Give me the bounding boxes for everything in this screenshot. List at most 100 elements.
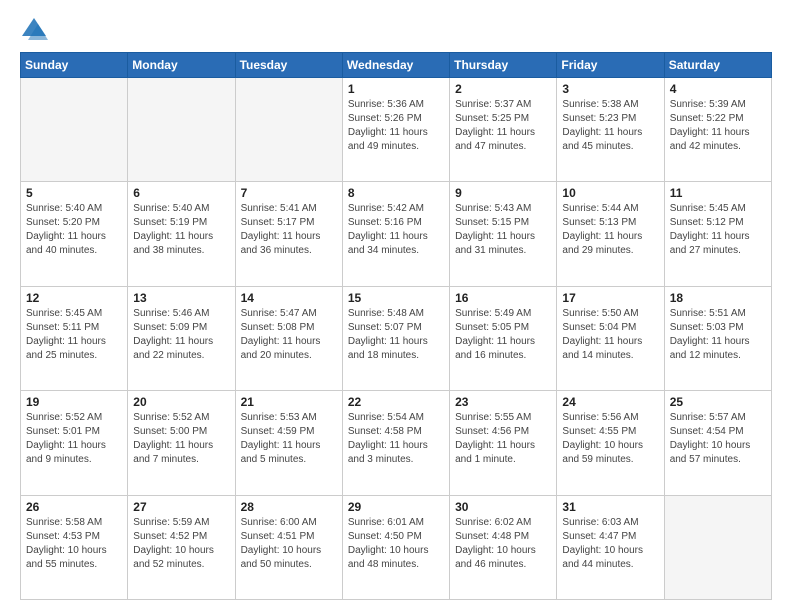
day-number: 12: [26, 291, 122, 305]
calendar-cell: 20 Sunrise: 5:52 AM Sunset: 5:00 PM Dayli…: [128, 391, 235, 495]
calendar-cell: 3 Sunrise: 5:38 AM Sunset: 5:23 PM Daylig…: [557, 78, 664, 182]
weekday-header-sunday: Sunday: [21, 53, 128, 78]
calendar-cell: 15 Sunrise: 5:48 AM Sunset: 5:07 PM Dayli…: [342, 286, 449, 390]
day-number: 31: [562, 500, 658, 514]
day-info: Sunrise: 5:45 AM Sunset: 5:12 PM Dayligh…: [670, 202, 766, 258]
calendar-cell: 22 Sunrise: 5:54 AM Sunset: 4:58 PM Dayli…: [342, 391, 449, 495]
weekday-row: SundayMondayTuesdayWednesdayThursdayFrid…: [21, 53, 772, 78]
day-info: Sunrise: 5:54 AM Sunset: 4:58 PM Dayligh…: [348, 411, 444, 467]
calendar-cell: 12 Sunrise: 5:45 AM Sunset: 5:11 PM Dayli…: [21, 286, 128, 390]
day-number: 2: [455, 82, 551, 96]
calendar-cell: [235, 78, 342, 182]
day-number: 7: [241, 186, 337, 200]
day-info: Sunrise: 5:50 AM Sunset: 5:04 PM Dayligh…: [562, 307, 658, 363]
calendar-cell: 28 Sunrise: 6:00 AM Sunset: 4:51 PM Dayli…: [235, 495, 342, 599]
day-info: Sunrise: 5:41 AM Sunset: 5:17 PM Dayligh…: [241, 202, 337, 258]
day-info: Sunrise: 5:36 AM Sunset: 5:26 PM Dayligh…: [348, 98, 444, 154]
calendar-cell: 5Sunrise: 5:40 AM Sunset: 5:20 PM Daylig…: [21, 182, 128, 286]
calendar-header: SundayMondayTuesdayWednesdayThursdayFrid…: [21, 53, 772, 78]
day-number: 13: [133, 291, 229, 305]
day-info: Sunrise: 5:58 AM Sunset: 4:53 PM Dayligh…: [26, 516, 122, 572]
day-info: Sunrise: 5:40 AM Sunset: 5:20 PM Dayligh…: [26, 202, 122, 258]
weekday-header-friday: Friday: [557, 53, 664, 78]
day-number: 4: [670, 82, 766, 96]
day-number: 16: [455, 291, 551, 305]
day-info: Sunrise: 5:45 AM Sunset: 5:11 PM Dayligh…: [26, 307, 122, 363]
weekday-header-wednesday: Wednesday: [342, 53, 449, 78]
calendar-table: SundayMondayTuesdayWednesdayThursdayFrid…: [20, 52, 772, 600]
day-number: 26: [26, 500, 122, 514]
day-info: Sunrise: 5:46 AM Sunset: 5:09 PM Dayligh…: [133, 307, 229, 363]
weekday-header-tuesday: Tuesday: [235, 53, 342, 78]
calendar-cell: [21, 78, 128, 182]
calendar-cell: 4Sunrise: 5:39 AM Sunset: 5:22 PM Daylig…: [664, 78, 771, 182]
day-number: 28: [241, 500, 337, 514]
day-info: Sunrise: 5:42 AM Sunset: 5:16 PM Dayligh…: [348, 202, 444, 258]
day-info: Sunrise: 6:01 AM Sunset: 4:50 PM Dayligh…: [348, 516, 444, 572]
day-info: Sunrise: 5:52 AM Sunset: 5:00 PM Dayligh…: [133, 411, 229, 467]
day-number: 15: [348, 291, 444, 305]
day-info: Sunrise: 5:44 AM Sunset: 5:13 PM Dayligh…: [562, 202, 658, 258]
day-number: 24: [562, 395, 658, 409]
day-number: 8: [348, 186, 444, 200]
calendar-week-2: 5Sunrise: 5:40 AM Sunset: 5:20 PM Daylig…: [21, 182, 772, 286]
calendar-cell: 10 Sunrise: 5:44 AM Sunset: 5:13 PM Dayli…: [557, 182, 664, 286]
calendar-cell: 21 Sunrise: 5:53 AM Sunset: 4:59 PM Dayli…: [235, 391, 342, 495]
calendar-cell: 31 Sunrise: 6:03 AM Sunset: 4:47 PM Dayli…: [557, 495, 664, 599]
day-info: Sunrise: 5:55 AM Sunset: 4:56 PM Dayligh…: [455, 411, 551, 467]
day-info: Sunrise: 6:03 AM Sunset: 4:47 PM Dayligh…: [562, 516, 658, 572]
logo: [20, 16, 52, 44]
day-info: Sunrise: 6:00 AM Sunset: 4:51 PM Dayligh…: [241, 516, 337, 572]
day-info: Sunrise: 5:53 AM Sunset: 4:59 PM Dayligh…: [241, 411, 337, 467]
day-number: 21: [241, 395, 337, 409]
day-number: 20: [133, 395, 229, 409]
calendar-cell: 13 Sunrise: 5:46 AM Sunset: 5:09 PM Dayli…: [128, 286, 235, 390]
day-number: 23: [455, 395, 551, 409]
weekday-header-saturday: Saturday: [664, 53, 771, 78]
day-number: 29: [348, 500, 444, 514]
header: [20, 16, 772, 44]
day-info: Sunrise: 5:38 AM Sunset: 5:23 PM Dayligh…: [562, 98, 658, 154]
calendar-cell: 14 Sunrise: 5:47 AM Sunset: 5:08 PM Dayli…: [235, 286, 342, 390]
calendar-cell: 16Sunrise: 5:49 AM Sunset: 5:05 PM Dayli…: [450, 286, 557, 390]
day-info: Sunrise: 5:47 AM Sunset: 5:08 PM Dayligh…: [241, 307, 337, 363]
day-info: Sunrise: 5:56 AM Sunset: 4:55 PM Dayligh…: [562, 411, 658, 467]
calendar-cell: 26 Sunrise: 5:58 AM Sunset: 4:53 PM Dayli…: [21, 495, 128, 599]
day-number: 30: [455, 500, 551, 514]
day-info: Sunrise: 5:51 AM Sunset: 5:03 PM Dayligh…: [670, 307, 766, 363]
day-number: 14: [241, 291, 337, 305]
page: SundayMondayTuesdayWednesdayThursdayFrid…: [0, 0, 792, 612]
calendar-cell: 19Sunrise: 5:52 AM Sunset: 5:01 PM Dayli…: [21, 391, 128, 495]
calendar-week-5: 26 Sunrise: 5:58 AM Sunset: 4:53 PM Dayli…: [21, 495, 772, 599]
calendar-week-3: 12 Sunrise: 5:45 AM Sunset: 5:11 PM Dayli…: [21, 286, 772, 390]
calendar-cell: 24 Sunrise: 5:56 AM Sunset: 4:55 PM Dayli…: [557, 391, 664, 495]
day-number: 3: [562, 82, 658, 96]
day-number: 9: [455, 186, 551, 200]
day-number: 1: [348, 82, 444, 96]
day-number: 11: [670, 186, 766, 200]
day-info: Sunrise: 5:59 AM Sunset: 4:52 PM Dayligh…: [133, 516, 229, 572]
calendar-week-1: 1 Sunrise: 5:36 AM Sunset: 5:26 PM Daylig…: [21, 78, 772, 182]
day-number: 10: [562, 186, 658, 200]
day-number: 27: [133, 500, 229, 514]
day-info: Sunrise: 5:40 AM Sunset: 5:19 PM Dayligh…: [133, 202, 229, 258]
calendar-cell: 17Sunrise: 5:50 AM Sunset: 5:04 PM Dayli…: [557, 286, 664, 390]
calendar-cell: 6 Sunrise: 5:40 AM Sunset: 5:19 PM Daylig…: [128, 182, 235, 286]
day-info: Sunrise: 6:02 AM Sunset: 4:48 PM Dayligh…: [455, 516, 551, 572]
day-number: 25: [670, 395, 766, 409]
calendar-body: 1 Sunrise: 5:36 AM Sunset: 5:26 PM Daylig…: [21, 78, 772, 600]
calendar-week-4: 19Sunrise: 5:52 AM Sunset: 5:01 PM Dayli…: [21, 391, 772, 495]
day-info: Sunrise: 5:57 AM Sunset: 4:54 PM Dayligh…: [670, 411, 766, 467]
calendar-cell: [128, 78, 235, 182]
day-info: Sunrise: 5:48 AM Sunset: 5:07 PM Dayligh…: [348, 307, 444, 363]
calendar-cell: 1 Sunrise: 5:36 AM Sunset: 5:26 PM Daylig…: [342, 78, 449, 182]
calendar-cell: 9Sunrise: 5:43 AM Sunset: 5:15 PM Daylig…: [450, 182, 557, 286]
day-info: Sunrise: 5:37 AM Sunset: 5:25 PM Dayligh…: [455, 98, 551, 154]
calendar-cell: 8 Sunrise: 5:42 AM Sunset: 5:16 PM Daylig…: [342, 182, 449, 286]
calendar-cell: 23 Sunrise: 5:55 AM Sunset: 4:56 PM Dayli…: [450, 391, 557, 495]
logo-icon: [20, 16, 48, 44]
day-number: 22: [348, 395, 444, 409]
day-number: 6: [133, 186, 229, 200]
calendar-cell: [664, 495, 771, 599]
calendar-cell: 29 Sunrise: 6:01 AM Sunset: 4:50 PM Dayli…: [342, 495, 449, 599]
